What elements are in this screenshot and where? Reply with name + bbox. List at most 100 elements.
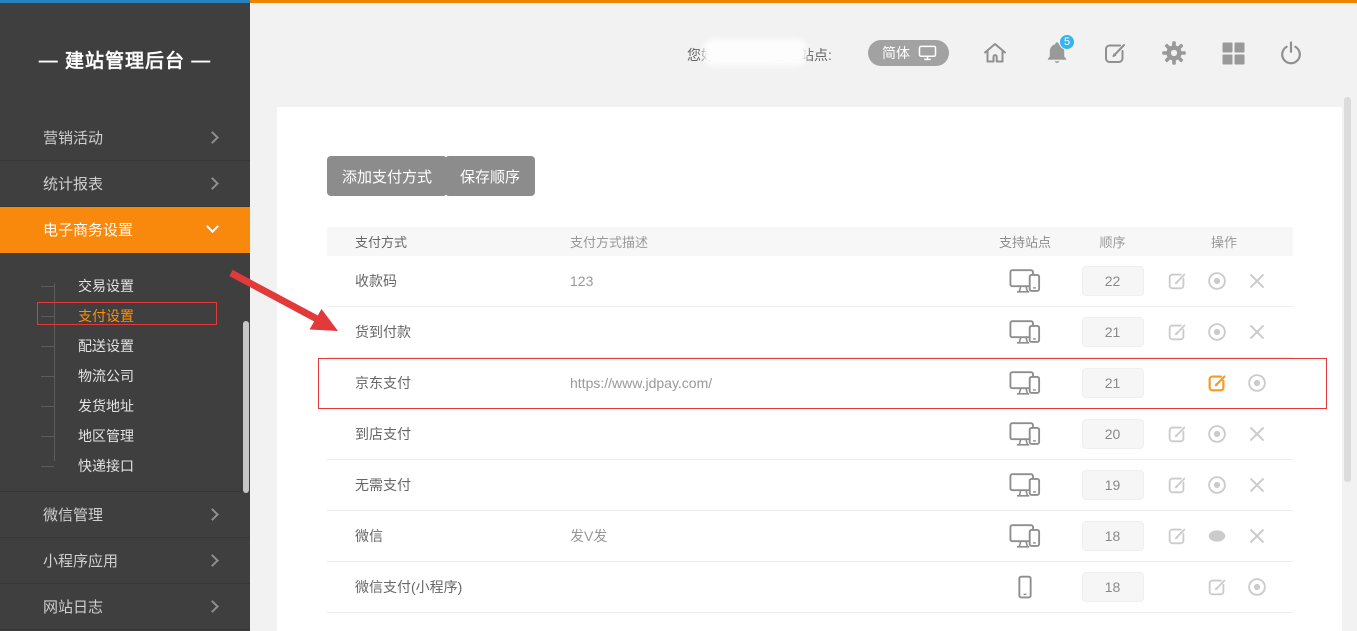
edit-icon-active[interactable] (1205, 371, 1229, 395)
order-input[interactable]: 18 (1082, 521, 1144, 551)
view-icon[interactable] (1205, 422, 1229, 446)
home-icon[interactable] (981, 39, 1009, 67)
order-input[interactable]: 18 (1082, 572, 1144, 602)
payment-methods-table: 支付方式 支付方式描述 支持站点 顺序 操作 收款码 123 22 货到付款 (327, 227, 1293, 613)
redacted-site-name (703, 39, 807, 66)
gear-icon[interactable] (1160, 39, 1188, 67)
submenu-label: 地区管理 (78, 428, 134, 444)
sidebar-item-site-logs[interactable]: 网站日志 (0, 584, 250, 630)
delete-icon[interactable] (1245, 320, 1269, 344)
chevron-right-icon (206, 131, 219, 144)
tree-tick (41, 346, 54, 347)
payment-method-name: 微信支付(小程序) (327, 577, 570, 597)
bell-icon[interactable]: 5 (1043, 39, 1071, 67)
order-input[interactable]: 22 (1082, 266, 1144, 296)
payment-method-name: 京东支付 (327, 373, 570, 393)
notification-badge: 5 (1059, 34, 1075, 50)
view-icon[interactable] (1245, 371, 1269, 395)
payment-method-desc: 123 (570, 273, 980, 289)
submenu-label: 交易设置 (78, 278, 134, 294)
payment-method-name: 微信 (327, 526, 570, 546)
ecommerce-submenu: 交易设置 支付设置 配送设置 物流公司 发货地址 地区管理 快递接口 (0, 253, 250, 492)
submenu-item-transaction[interactable]: 交易设置 (0, 271, 250, 301)
submenu-item-payment[interactable]: 支付设置 (0, 301, 250, 331)
edit-icon[interactable] (1165, 524, 1189, 548)
sidebar-item-label: 统计报表 (43, 173, 103, 194)
submenu-item-logistics[interactable]: 物流公司 (0, 361, 250, 391)
submenu-label: 发货地址 (78, 398, 134, 414)
edit-icon[interactable] (1165, 320, 1189, 344)
add-payment-method-button[interactable]: 添加支付方式 (327, 156, 447, 196)
header-method: 支付方式 (327, 232, 570, 251)
order-input[interactable]: 21 (1082, 317, 1144, 347)
hidden-icon[interactable] (1205, 524, 1229, 548)
sidebar-item-label: 营销活动 (43, 127, 103, 148)
submenu-label: 支付设置 (78, 308, 134, 324)
chevron-right-icon (206, 508, 219, 521)
tree-tick (41, 466, 54, 467)
tree-tick (41, 436, 54, 437)
compose-icon[interactable] (1101, 39, 1129, 67)
table-row: 无需支付 19 (327, 460, 1293, 511)
sidebar-item-ecommerce-settings[interactable]: 电子商务设置 (0, 207, 250, 253)
payment-method-name: 到店支付 (327, 424, 570, 444)
monitor-icon (918, 45, 937, 61)
mobile-icon (980, 574, 1070, 601)
language-button[interactable]: 简体 (868, 40, 949, 66)
desktop-mobile-icon (980, 268, 1070, 295)
tree-tick (41, 286, 54, 287)
sidebar-scrollbar[interactable] (243, 321, 249, 493)
chevron-right-icon (206, 600, 219, 613)
header-desc: 支付方式描述 (570, 232, 980, 251)
submenu-item-region[interactable]: 地区管理 (0, 421, 250, 451)
payment-method-name: 收款码 (327, 271, 570, 291)
delete-icon[interactable] (1245, 524, 1269, 548)
submenu-item-shipping-address[interactable]: 发货地址 (0, 391, 250, 421)
sidebar-item-label: 电子商务设置 (43, 219, 133, 240)
table-header-row: 支付方式 支付方式描述 支持站点 顺序 操作 (327, 227, 1293, 256)
sidebar: — 建站管理后台 — 营销活动 统计报表 电子商务设置 交易设置 支付设置 配送… (0, 0, 250, 631)
table-row: 微信支付(小程序) 18 (327, 562, 1293, 613)
sidebar-item-wechat[interactable]: 微信管理 (0, 492, 250, 538)
delete-icon[interactable] (1245, 269, 1269, 293)
sidebar-item-miniprogram[interactable]: 小程序应用 (0, 538, 250, 584)
header-sites: 支持站点 (980, 232, 1070, 251)
content-scrollbar[interactable] (1344, 97, 1351, 482)
app-title: — 建站管理后台 — (0, 3, 250, 115)
desktop-mobile-icon (980, 370, 1070, 397)
edit-icon[interactable] (1165, 269, 1189, 293)
chevron-right-icon (206, 177, 219, 190)
sidebar-item-reports[interactable]: 统计报表 (0, 161, 250, 207)
desktop-mobile-icon (980, 421, 1070, 448)
desktop-mobile-icon (980, 472, 1070, 499)
payment-method-name: 无需支付 (327, 475, 570, 495)
order-input[interactable]: 19 (1082, 470, 1144, 500)
payment-method-name: 货到付款 (327, 322, 570, 342)
view-icon[interactable] (1205, 269, 1229, 293)
sidebar-item-marketing[interactable]: 营销活动 (0, 115, 250, 161)
edit-icon[interactable] (1165, 422, 1189, 446)
delete-icon[interactable] (1245, 473, 1269, 497)
view-icon[interactable] (1205, 473, 1229, 497)
submenu-label: 配送设置 (78, 338, 134, 354)
save-order-button[interactable]: 保存顺序 (445, 156, 535, 196)
grid-icon[interactable] (1219, 39, 1247, 67)
tree-tick (41, 316, 54, 317)
order-input[interactable]: 20 (1082, 419, 1144, 449)
edit-icon[interactable] (1205, 575, 1229, 599)
desktop-mobile-icon (980, 523, 1070, 550)
table-row-highlighted: 京东支付 https://www.jdpay.com/ 21 (327, 358, 1293, 409)
power-icon[interactable] (1277, 39, 1305, 67)
submenu-item-express-api[interactable]: 快递接口 (0, 451, 250, 481)
chevron-down-icon (206, 220, 219, 233)
edit-icon[interactable] (1165, 473, 1189, 497)
header-order: 顺序 (1070, 232, 1155, 251)
submenu-item-delivery[interactable]: 配送设置 (0, 331, 250, 361)
view-icon[interactable] (1245, 575, 1269, 599)
header-actions: 操作 (1155, 232, 1293, 251)
delete-icon[interactable] (1245, 422, 1269, 446)
sidebar-item-label: 网站日志 (43, 596, 103, 617)
order-input[interactable]: 21 (1082, 368, 1144, 398)
sidebar-item-label: 微信管理 (43, 504, 103, 525)
view-icon[interactable] (1205, 320, 1229, 344)
